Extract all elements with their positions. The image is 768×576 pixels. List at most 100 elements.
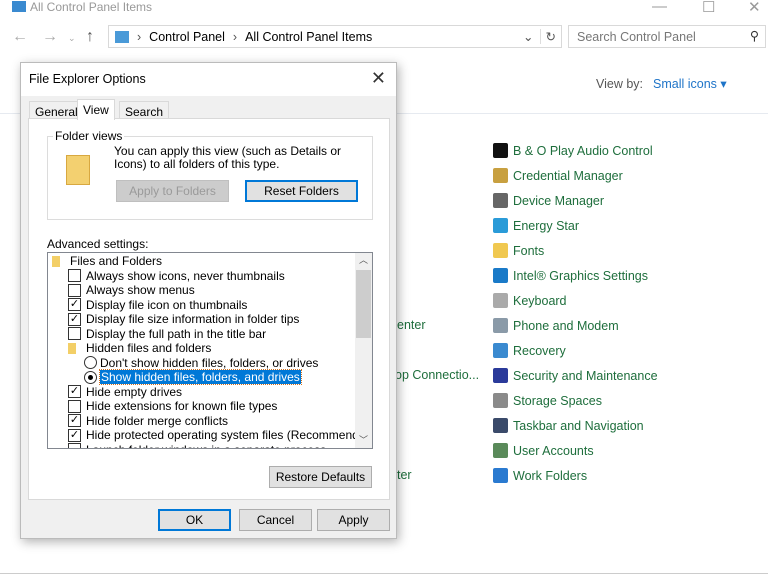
bo-audio-icon	[493, 143, 508, 158]
dialog-title: File Explorer Options	[21, 63, 396, 96]
checkbox[interactable]	[68, 269, 81, 283]
checkbox[interactable]	[68, 443, 81, 448]
control-panel-item[interactable]: B & O Play Audio Control	[493, 143, 653, 158]
advanced-settings-list[interactable]: Files and Folders Always show icons, neve…	[47, 252, 373, 449]
partial-item[interactable]: ter	[397, 468, 412, 482]
storage-icon	[493, 393, 508, 408]
search-input[interactable]: Search Control Panel ⚲	[568, 25, 766, 48]
folder-views-icon	[66, 155, 90, 185]
credential-icon	[493, 168, 508, 183]
setting-check[interactable]: Always show icons, never thumbnails	[68, 269, 285, 284]
users-icon	[493, 443, 508, 458]
scroll-thumb[interactable]	[356, 270, 371, 338]
breadcrumb-all-items[interactable]: All Control Panel Items	[245, 30, 372, 44]
setting-check[interactable]: Hide extensions for known file types	[68, 399, 277, 414]
setting-check[interactable]: ✓ Hide empty drives	[68, 385, 182, 400]
view-tab-panel: Folder views You can apply this view (su…	[28, 118, 390, 500]
apply-button[interactable]: Apply	[317, 509, 390, 531]
scroll-up-icon[interactable]: ︿	[355, 253, 372, 266]
setting-folder[interactable]: Files and Folders	[52, 254, 162, 269]
partial-item[interactable]: op Connectio...	[395, 368, 479, 382]
fonts-icon	[493, 243, 508, 258]
checkbox[interactable]	[68, 399, 81, 413]
minimize-button[interactable]: —	[652, 0, 667, 15]
view-by-dropdown[interactable]: Small icons ▾	[653, 77, 727, 91]
control-panel-item[interactable]: Storage Spaces	[493, 393, 602, 408]
folder-icon	[52, 255, 60, 267]
control-panel-icon	[115, 30, 129, 43]
control-panel-item[interactable]: Intel® Graphics Settings	[493, 268, 648, 283]
phone-modem-icon	[493, 318, 508, 333]
tab-view[interactable]: View	[77, 99, 115, 120]
recovery-icon	[493, 343, 508, 358]
checkbox[interactable]	[68, 283, 81, 297]
setting-folder[interactable]: Hidden files and folders	[68, 341, 211, 356]
checkbox[interactable]: ✓	[68, 298, 81, 312]
window-border	[0, 573, 768, 574]
control-panel-item[interactable]: Work Folders	[493, 468, 587, 483]
checkbox[interactable]: ✓	[68, 428, 81, 442]
control-panel-item[interactable]: Keyboard	[493, 293, 567, 308]
back-button[interactable]: ←	[12, 28, 28, 46]
search-icon: ⚲	[749, 29, 759, 43]
app-icon	[12, 1, 26, 12]
intel-graphics-icon	[493, 268, 508, 283]
folder-views-text: You can apply this view (such as Details…	[114, 144, 342, 171]
scrollbar[interactable]: ︿ ﹀	[355, 253, 372, 448]
tab-search[interactable]: Search	[119, 101, 170, 119]
refresh-icon[interactable]: ↻	[539, 29, 561, 44]
setting-radio[interactable]: Show hidden files, folders, and drives	[84, 369, 302, 386]
setting-check[interactable]: Launch folder windows in a separate proc…	[68, 443, 326, 448]
restore-defaults-button[interactable]: Restore Defaults	[269, 466, 372, 488]
control-panel-item[interactable]: Fonts	[493, 243, 544, 258]
setting-check[interactable]: ✓ Hide protected operating system files (…	[68, 428, 372, 443]
address-dropdown-icon[interactable]: ⌄	[517, 29, 539, 44]
scroll-down-icon[interactable]: ﹀	[355, 433, 372, 446]
setting-radio[interactable]: Don't show hidden files, folders, or dri…	[84, 356, 318, 371]
apply-to-folders-button[interactable]: Apply to Folders	[116, 180, 229, 202]
tab-general[interactable]: General	[29, 101, 84, 119]
work-folders-icon	[493, 468, 508, 483]
reset-folders-button[interactable]: Reset Folders	[245, 180, 358, 202]
forward-button[interactable]: →	[42, 28, 58, 46]
checkbox[interactable]: ✓	[68, 385, 81, 399]
dialog-close-icon[interactable]: ✕	[371, 68, 386, 89]
setting-check[interactable]: Always show menus	[68, 283, 195, 298]
control-panel-item[interactable]: User Accounts	[493, 443, 594, 458]
file-explorer-options-dialog: File Explorer Options ✕ General Search F…	[20, 62, 397, 539]
close-button[interactable]: ✕	[748, 0, 761, 16]
control-panel-item[interactable]: Security and Maintenance	[493, 368, 658, 383]
control-panel-item[interactable]: Credential Manager	[493, 168, 623, 183]
control-panel-item[interactable]: Recovery	[493, 343, 566, 358]
up-button[interactable]: ↑	[86, 28, 94, 46]
setting-check[interactable]: ✓ Display file icon on thumbnails	[68, 298, 247, 313]
keyboard-icon	[493, 293, 508, 308]
breadcrumb-control-panel[interactable]: Control Panel	[149, 30, 225, 44]
control-panel-item[interactable]: Phone and Modem	[493, 318, 619, 333]
folder-icon	[68, 342, 76, 354]
setting-check[interactable]: ✓ Hide folder merge conflicts	[68, 414, 228, 429]
checkbox[interactable]: ✓	[68, 312, 81, 326]
maximize-button[interactable]: ☐	[702, 0, 715, 16]
radio-button[interactable]	[84, 356, 97, 370]
ok-button[interactable]: OK	[158, 509, 231, 531]
control-panel-item[interactable]: Taskbar and Navigation	[493, 418, 644, 433]
energy-star-icon	[493, 218, 508, 233]
checkbox[interactable]	[68, 327, 81, 341]
taskbar-icon	[493, 418, 508, 433]
checkbox[interactable]: ✓	[68, 414, 81, 428]
recent-dropdown[interactable]: ⌄	[68, 33, 76, 44]
control-panel-item[interactable]: Device Manager	[493, 193, 604, 208]
address-bar[interactable]: › Control Panel › All Control Panel Item…	[108, 25, 562, 48]
advanced-settings-label: Advanced settings:	[47, 237, 149, 251]
setting-check[interactable]: ✓ Display file size information in folder…	[68, 312, 299, 327]
setting-check[interactable]: Display the full path in the title bar	[68, 327, 266, 342]
partial-item[interactable]: enter	[397, 318, 426, 332]
window-title: All Control Panel Items	[30, 0, 153, 14]
radio-button[interactable]	[84, 370, 97, 384]
device-manager-icon	[493, 193, 508, 208]
view-by: View by: Small icons ▾	[596, 77, 727, 91]
folder-views-group: Folder views You can apply this view (su…	[47, 129, 373, 220]
cancel-button[interactable]: Cancel	[239, 509, 312, 531]
control-panel-item[interactable]: Energy Star	[493, 218, 579, 233]
